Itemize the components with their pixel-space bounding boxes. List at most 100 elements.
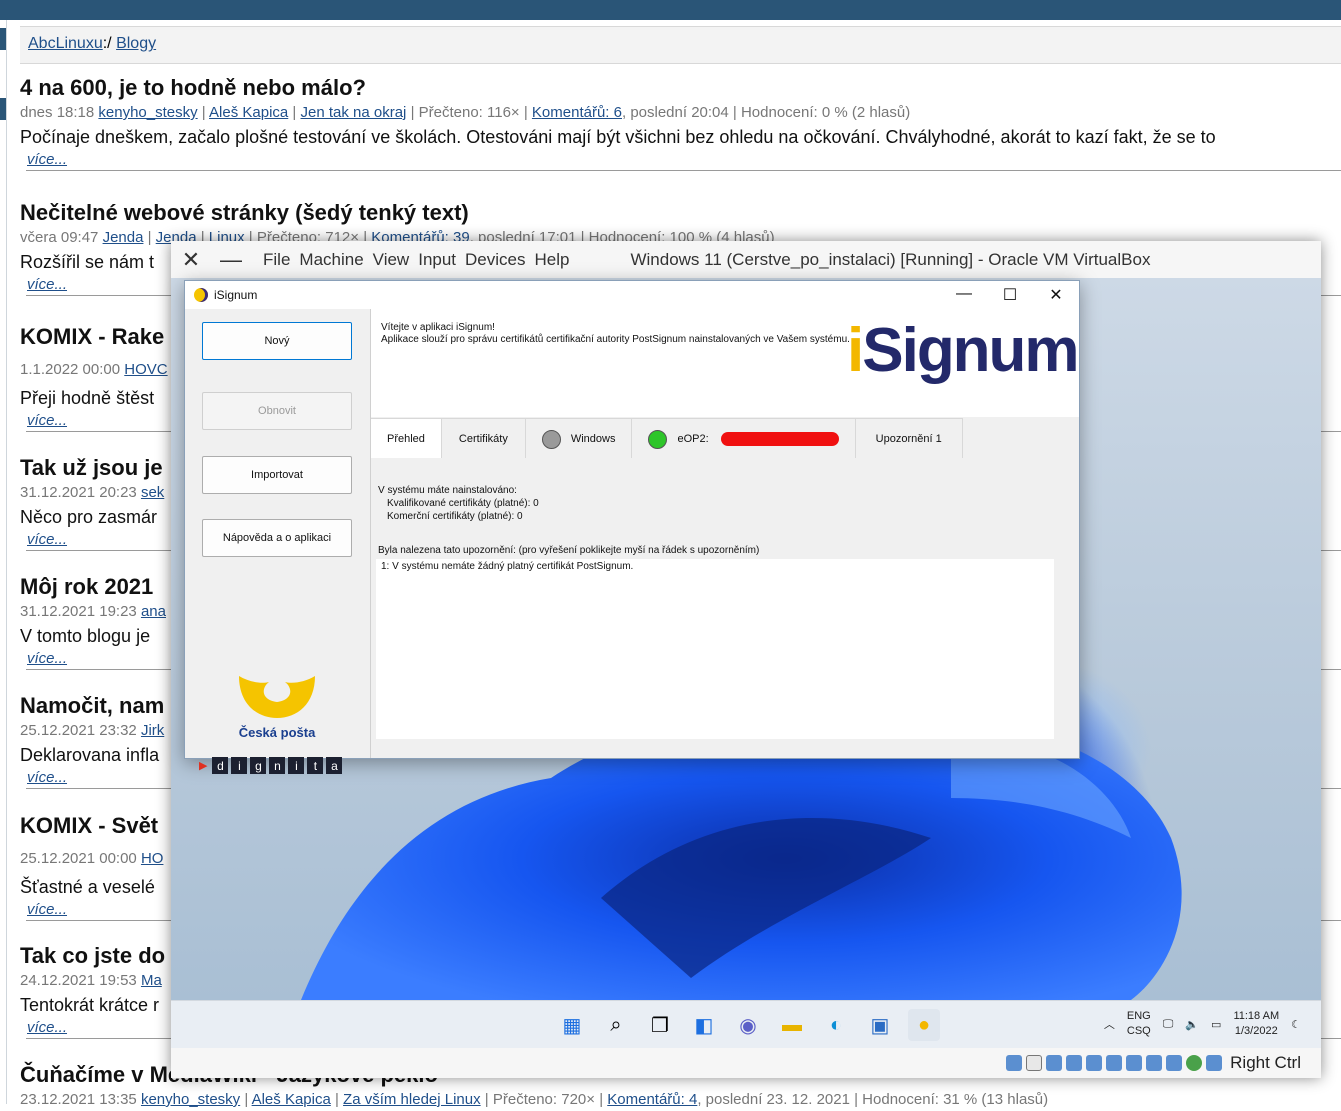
read-more-link[interactable]: více...: [27, 412, 67, 429]
minimize-icon[interactable]: —: [211, 247, 251, 273]
post-meta: dnes 18:18 kenyho_stesky | Aleš Kapica |…: [20, 104, 911, 121]
read-more-link[interactable]: více...: [27, 151, 67, 168]
task-view-icon[interactable]: ❐: [644, 1009, 676, 1041]
post-user-link[interactable]: Jirk: [141, 722, 164, 739]
shared-folders-icon[interactable]: [1106, 1055, 1123, 1071]
audio-icon[interactable]: [1046, 1055, 1063, 1071]
warning-item[interactable]: 1: V systému nemáte žádný platný certifi…: [376, 559, 1054, 574]
mouse-integration-icon[interactable]: [1186, 1055, 1203, 1071]
read-more-link[interactable]: více...: [27, 769, 67, 786]
focus-assist-icon[interactable]: ☾: [1291, 1018, 1301, 1031]
close-icon[interactable]: ✕: [1033, 285, 1079, 305]
tab-certificates[interactable]: Certifikáty: [441, 418, 526, 459]
language-indicator[interactable]: ENG CSQ: [1127, 1009, 1151, 1039]
post-comments-link[interactable]: Komentářů: 6: [532, 104, 622, 121]
menu-input[interactable]: Input: [418, 250, 456, 269]
chevron-up-icon[interactable]: ︿: [1104, 1016, 1115, 1032]
post-comments-link[interactable]: Komentářů: 4: [607, 1091, 697, 1108]
widgets-icon[interactable]: ◧: [688, 1009, 720, 1041]
menu-help[interactable]: Help: [535, 250, 570, 269]
breadcrumb-blogs-link[interactable]: Blogy: [116, 35, 156, 52]
installed-heading: V systému máte nainstalováno:: [378, 485, 517, 496]
tab-windows[interactable]: Windows: [525, 418, 633, 459]
optical-drive-icon[interactable]: [1026, 1055, 1043, 1071]
tab-eop2[interactable]: eOP2:: [632, 418, 856, 459]
file-explorer-icon[interactable]: ▬: [776, 1009, 808, 1041]
redaction-mark: [720, 432, 839, 446]
usb-icon[interactable]: [1086, 1055, 1103, 1071]
tab-alerts[interactable]: Upozornění 1: [855, 418, 963, 459]
post-user-link[interactable]: Jenda: [103, 229, 144, 246]
breadcrumb: AbcLinuxu:/ Blogy: [20, 26, 1341, 64]
read-more-link[interactable]: více...: [27, 276, 67, 293]
menu-view[interactable]: View: [373, 250, 410, 269]
post-user-link[interactable]: Ma: [141, 972, 162, 989]
warnings-list: 1: V systému nemáte žádný platný certifi…: [376, 559, 1054, 739]
posthorn-icon: [239, 676, 315, 718]
virtualbox-titlebar: ✕ — File Machine View Input Devices Help Wind…: [171, 241, 1321, 278]
isignum-brand: iSignum: [847, 316, 1080, 385]
welcome-text: Vítejte v aplikaci iSignum! Aplikace slo…: [381, 322, 850, 345]
read-more-link[interactable]: více...: [27, 650, 67, 667]
chat-icon[interactable]: ◉: [732, 1009, 764, 1041]
menu-file[interactable]: File: [263, 250, 290, 269]
dignita-logo: ▶ dignita: [199, 757, 343, 774]
isignum-sidebar: Nový Obnovit Importovat Nápověda a o apl…: [185, 309, 371, 774]
post-divider: [26, 170, 1341, 171]
read-more-link[interactable]: více...: [27, 531, 67, 548]
isignum-titlebar: iSignum — ☐ ✕: [185, 281, 1079, 309]
recording-icon[interactable]: [1146, 1055, 1163, 1071]
post-user-link[interactable]: HO: [141, 850, 164, 867]
menu-devices[interactable]: Devices: [465, 250, 525, 269]
maximize-icon[interactable]: ☐: [987, 285, 1033, 305]
isignum-taskbar-icon[interactable]: ●: [908, 1009, 940, 1041]
play-arrow-icon: ▶: [199, 760, 208, 772]
start-icon[interactable]: ▦: [556, 1009, 588, 1041]
post-title[interactable]: Nečitelné webové stránky (šedý tenký tex…: [20, 199, 1341, 227]
menu-machine[interactable]: Machine: [299, 250, 363, 269]
post-perex: Počínaje dneškem, začalo plošné testován…: [20, 127, 1216, 147]
virtualbox-title: Windows 11 (Cerstve_po_instalaci) [Runni…: [630, 249, 1151, 269]
edge-icon[interactable]: ◐: [820, 1009, 852, 1041]
blog-post: 4 na 600, je to hodně nebo málo? dnes 18…: [20, 74, 1341, 171]
windows-taskbar: ▦ ⌕ ❐ ◧ ◉ ▬ ◐ ▣ ● ︿ ENG CSQ 🖵 🔈 ▭ 11:18 A…: [171, 1000, 1321, 1049]
left-strip: [0, 20, 7, 1104]
read-more-link[interactable]: více...: [27, 901, 67, 918]
read-more-link[interactable]: více...: [27, 1019, 67, 1036]
tab-overview[interactable]: Přehled: [371, 418, 442, 459]
post-author-link[interactable]: Aleš Kapica: [209, 104, 288, 121]
isignum-tabs: Přehled Certifikáty Windows eOP2: Upozor…: [371, 418, 963, 459]
virtualization-icon[interactable]: [1166, 1055, 1183, 1071]
minimize-icon[interactable]: —: [941, 285, 987, 305]
breadcrumb-home-link[interactable]: AbcLinuxu: [28, 35, 103, 52]
network-adapter-icon[interactable]: [1066, 1055, 1083, 1071]
network-icon[interactable]: 🖵: [1163, 1018, 1174, 1031]
isignum-window: iSignum — ☐ ✕ Nový Obnovit Importovat Ná…: [184, 280, 1080, 774]
hard-disk-icon[interactable]: [1006, 1055, 1023, 1071]
isignum-title: iSignum: [214, 288, 258, 302]
battery-icon[interactable]: ▭: [1211, 1018, 1221, 1031]
help-about-button[interactable]: Nápověda a o aplikaci: [202, 519, 352, 557]
import-button[interactable]: Importovat: [202, 456, 352, 494]
new-button[interactable]: Nový: [202, 322, 352, 360]
keyboard-capture-icon[interactable]: [1206, 1055, 1223, 1071]
post-author-link[interactable]: Aleš Kapica: [252, 1091, 331, 1108]
post-user-link[interactable]: kenyho_stesky: [141, 1091, 240, 1108]
status-green-icon: [648, 429, 668, 449]
post-user-link[interactable]: ana: [141, 603, 166, 620]
post-user-link[interactable]: sek: [141, 484, 164, 501]
store-icon[interactable]: ▣: [864, 1009, 896, 1041]
post-blog-link[interactable]: Jen tak na okraj: [301, 104, 407, 121]
post-user-link[interactable]: kenyho_stesky: [98, 104, 197, 121]
clock[interactable]: 11:18 AM 1/3/2022: [1233, 1009, 1279, 1039]
display-icon[interactable]: [1126, 1055, 1143, 1071]
post-user-link[interactable]: HOVC: [124, 361, 167, 378]
volume-icon[interactable]: 🔈: [1185, 1018, 1199, 1031]
refresh-button[interactable]: Obnovit: [202, 392, 352, 430]
post-blog-link[interactable]: Za vším hledej Linux: [343, 1091, 481, 1108]
virtualbox-statusbar: Right Ctrl: [171, 1048, 1321, 1078]
post-title[interactable]: 4 na 600, je to hodně nebo málo?: [20, 74, 1341, 102]
search-icon[interactable]: ⌕: [600, 1009, 632, 1041]
ceska-posta-logo: Česká pošta: [235, 674, 319, 740]
close-icon[interactable]: ✕: [171, 247, 211, 273]
